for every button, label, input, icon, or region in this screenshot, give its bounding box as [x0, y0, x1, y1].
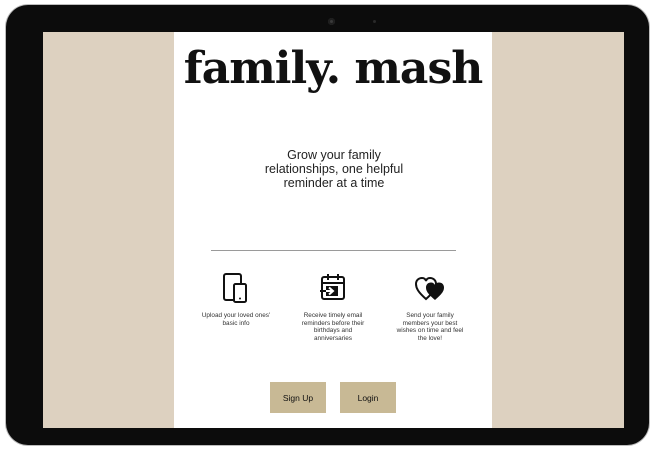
devices-icon: [223, 273, 247, 303]
feature-wishes-text: Send your family members your best wishe…: [396, 312, 464, 342]
tagline: Grow your family relationships, one help…: [264, 148, 404, 190]
sign-up-button[interactable]: Sign Up: [270, 382, 326, 413]
content-panel: family. mash Grow your family relationsh…: [174, 32, 492, 428]
tablet-frame: family. mash Grow your family relationsh…: [6, 5, 649, 445]
feature-upload-text: Upload your loved ones' basic info: [201, 312, 271, 327]
site-logo[interactable]: family. mash: [174, 44, 492, 94]
sensor-dot: [373, 20, 376, 23]
feature-wishes: Send your family members your best wishe…: [393, 272, 467, 342]
camera-icon: [328, 18, 335, 25]
divider: [211, 250, 456, 251]
feature-reminders: Receive timely email reminders before th…: [296, 272, 370, 342]
feature-upload: Upload your loved ones' basic info: [199, 272, 273, 327]
screen: family. mash Grow your family relationsh…: [43, 32, 624, 428]
calendar-import-icon: [320, 274, 345, 300]
hearts-icon: [414, 276, 444, 301]
feature-reminders-text: Receive timely email reminders before th…: [301, 312, 365, 342]
login-button[interactable]: Login: [340, 382, 396, 413]
